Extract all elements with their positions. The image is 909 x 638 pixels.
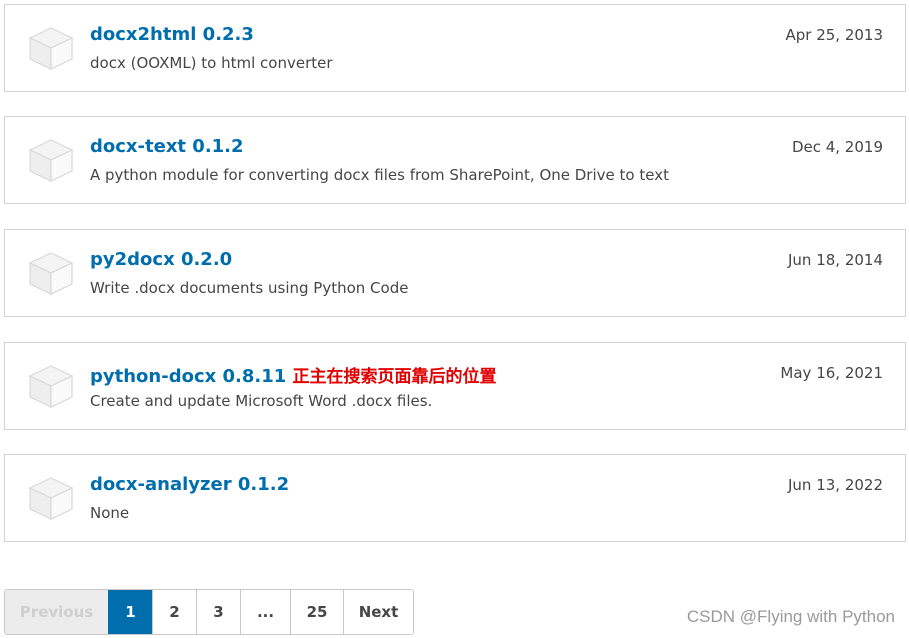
page-ellipsis: ... <box>240 590 290 634</box>
package-date: Apr 25, 2013 <box>785 26 883 44</box>
package-box-icon <box>28 27 74 70</box>
page-2-button[interactable]: 2 <box>152 590 196 634</box>
page-25-button[interactable]: 25 <box>290 590 343 634</box>
package-date: Dec 4, 2019 <box>791 138 883 156</box>
package-card[interactable]: docx-text 0.1.2 A python module for conv… <box>4 116 906 204</box>
package-box-icon <box>28 365 74 408</box>
package-title-link[interactable]: docx2html 0.2.3 <box>90 24 254 45</box>
package-description: Create and update Microsoft Word .docx f… <box>90 392 433 410</box>
package-title-link[interactable]: py2docx 0.2.0 <box>90 249 232 270</box>
package-date: May 16, 2021 <box>780 364 883 382</box>
package-name[interactable]: docx-text 0.1.2 <box>90 136 244 157</box>
next-page-button[interactable]: Next <box>343 590 413 634</box>
package-description: A python module for converting docx file… <box>90 166 669 184</box>
package-title-link[interactable]: docx-text 0.1.2 <box>90 136 244 157</box>
package-title-link[interactable]: python-docx 0.8.11 正主在搜索页面靠后的位置 <box>90 362 497 387</box>
package-box-icon <box>28 139 74 182</box>
package-description: docx (OOXML) to html converter <box>90 54 333 72</box>
package-card[interactable]: python-docx 0.8.11 正主在搜索页面靠后的位置 Create a… <box>4 342 906 430</box>
page-1-button[interactable]: 1 <box>108 590 152 634</box>
package-name[interactable]: python-docx 0.8.11 <box>90 366 286 387</box>
watermark: CSDN @Flying with Python <box>686 607 895 626</box>
package-date: Jun 13, 2022 <box>787 476 883 494</box>
package-card[interactable]: docx-analyzer 0.1.2 None Jun 13, 2022 <box>4 454 906 542</box>
page-3-button[interactable]: 3 <box>196 590 240 634</box>
package-title-link[interactable]: docx-analyzer 0.1.2 <box>90 474 289 495</box>
package-description: None <box>90 504 130 522</box>
package-name[interactable]: docx2html 0.2.3 <box>90 24 254 45</box>
package-name[interactable]: docx-analyzer 0.1.2 <box>90 474 289 495</box>
package-description: Write .docx documents using Python Code <box>90 279 409 297</box>
package-box-icon <box>28 477 74 520</box>
package-name[interactable]: py2docx 0.2.0 <box>90 249 232 270</box>
previous-page-button[interactable]: Previous <box>5 590 108 634</box>
pagination: Previous 1 2 3 ... 25 Next <box>4 589 414 635</box>
package-card[interactable]: py2docx 0.2.0 Write .docx documents usin… <box>4 229 906 317</box>
package-box-icon <box>28 252 74 295</box>
annotation-note: 正主在搜索页面靠后的位置 <box>292 367 497 387</box>
package-card[interactable]: docx2html 0.2.3 docx (OOXML) to html con… <box>4 4 906 92</box>
package-date: Jun 18, 2014 <box>787 251 883 269</box>
